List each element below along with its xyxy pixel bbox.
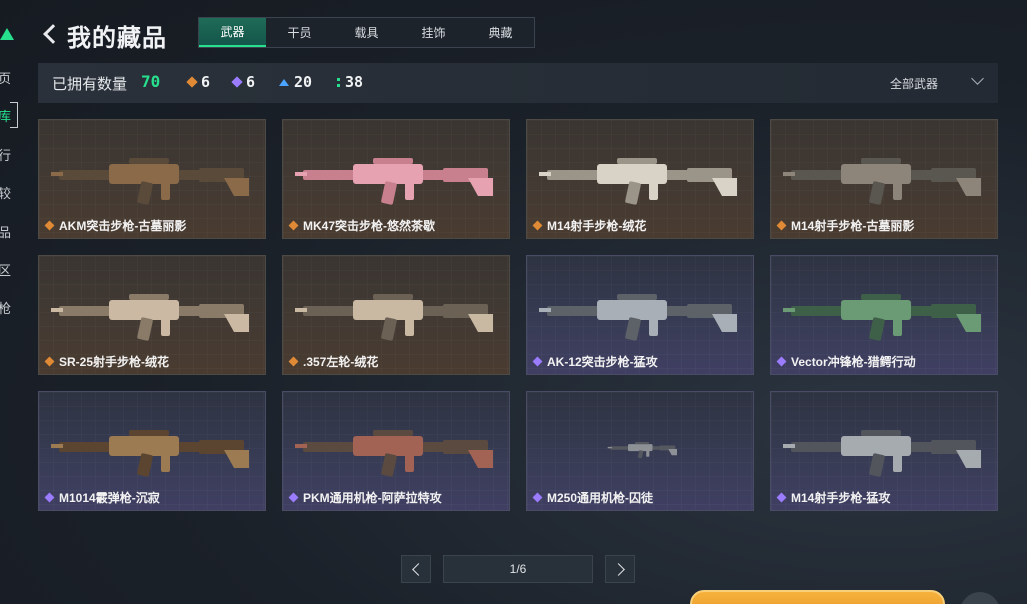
- weapon-image: [295, 294, 493, 341]
- stat-orange-count: 6: [201, 73, 211, 91]
- weapon-image: [539, 294, 737, 341]
- tab-operators[interactable]: 干员: [266, 18, 333, 47]
- weapon-name: PKM通用机枪-阿萨拉特攻: [303, 491, 442, 505]
- weapon-caption: MK47突击步枪-悠然茶歇: [288, 217, 436, 234]
- circle-button[interactable]: [960, 592, 1000, 604]
- tab-collection[interactable]: 典藏: [467, 18, 534, 47]
- weapon-caption: AK-12突击步枪-猛攻: [532, 353, 658, 370]
- weapon-caption: .357左轮-绒花: [288, 353, 379, 370]
- nav-item-3[interactable]: 较: [0, 183, 11, 202]
- weapon-card[interactable]: Vector冲锋枪-猎鳄行动: [770, 255, 998, 375]
- rarity-diamond-icon: [44, 356, 55, 367]
- next-page-button[interactable]: [605, 555, 635, 583]
- weapon-filter-dropdown[interactable]: 全部武器: [890, 75, 938, 92]
- weapon-image: [51, 294, 249, 341]
- weapon-name: M14射手步枪-古墓丽影: [791, 219, 915, 233]
- active-bracket: [10, 102, 18, 128]
- tab-vehicles[interactable]: 载具: [333, 18, 400, 47]
- stat-green-count: 38: [345, 73, 364, 91]
- owned-count-label: 已拥有数量: [52, 76, 128, 93]
- owned-total: 70: [141, 72, 161, 91]
- weapon-caption: M250通用机枪-囚徒: [532, 489, 654, 506]
- weapon-name: Vector冲锋枪-猎鳄行动: [791, 355, 916, 369]
- action-button[interactable]: [690, 590, 945, 604]
- weapon-image: [51, 158, 249, 205]
- weapon-caption: Vector冲锋枪-猎鳄行动: [776, 353, 916, 370]
- tab-weapons[interactable]: 武器: [199, 18, 266, 47]
- weapon-image: [539, 158, 737, 205]
- category-tabs: 武器 干员 载具 挂饰 典藏: [198, 17, 535, 48]
- nav-item-0[interactable]: 页: [0, 68, 11, 87]
- blue-chevron-icon: [279, 78, 289, 86]
- weapon-card[interactable]: M14射手步枪-古墓丽影: [770, 119, 998, 239]
- nav-item-4[interactable]: 品: [0, 222, 11, 241]
- purple-diamond-icon: [231, 76, 243, 88]
- page-title: 我的藏品: [67, 25, 167, 52]
- green-dots-icon: [337, 77, 340, 87]
- rarity-diamond-icon: [44, 492, 55, 503]
- weapon-name: AK-12突击步枪-猛攻: [547, 355, 658, 369]
- rarity-diamond-icon: [532, 492, 543, 503]
- nav-item-5[interactable]: 区: [0, 260, 11, 279]
- weapon-card[interactable]: PKM通用机枪-阿萨拉特攻: [282, 391, 510, 511]
- rarity-diamond-icon: [776, 220, 787, 231]
- logo-icon: [0, 28, 14, 40]
- rarity-diamond-icon: [532, 356, 543, 367]
- weapon-name: M14射手步枪-猛攻: [791, 491, 891, 505]
- weapon-card[interactable]: M250通用机枪-囚徒: [526, 391, 754, 511]
- rarity-diamond-icon: [532, 220, 543, 231]
- weapon-caption: M14射手步枪-猛攻: [776, 489, 891, 506]
- weapon-name: M1014霰弹枪-沉寂: [59, 491, 160, 505]
- weapon-image: [51, 430, 249, 477]
- weapon-caption: M14射手步枪-绒花: [532, 217, 647, 234]
- back-button[interactable]: [40, 22, 60, 46]
- weapon-card[interactable]: AK-12突击步枪-猛攻: [526, 255, 754, 375]
- rarity-diamond-icon: [776, 492, 787, 503]
- weapon-name: M14射手步枪-绒花: [547, 219, 647, 233]
- stat-green: 38: [337, 73, 363, 91]
- weapon-card[interactable]: SR-25射手步枪-绒花: [38, 255, 266, 375]
- rarity-diamond-icon: [288, 220, 299, 231]
- weapon-caption: M1014霰弹枪-沉寂: [44, 489, 160, 506]
- weapon-image: [783, 158, 981, 205]
- weapon-name: .357左轮-绒花: [303, 355, 379, 369]
- rarity-diamond-icon: [288, 492, 299, 503]
- weapon-card[interactable]: M1014霰弹枪-沉寂: [38, 391, 266, 511]
- stat-blue: 20: [279, 73, 312, 91]
- weapon-caption: PKM通用机枪-阿萨拉特攻: [288, 489, 442, 506]
- weapon-name: SR-25射手步枪-绒花: [59, 355, 170, 369]
- weapon-image: [783, 430, 981, 477]
- stat-purple: 6: [231, 73, 256, 91]
- weapon-image: [607, 442, 677, 459]
- weapon-card[interactable]: MK47突击步枪-悠然茶歇: [282, 119, 510, 239]
- stat-orange: 6: [186, 73, 211, 91]
- weapon-image: [783, 294, 981, 341]
- weapon-card[interactable]: M14射手步枪-绒花: [526, 119, 754, 239]
- weapon-name: AKM突击步枪-古墓丽影: [59, 219, 187, 233]
- weapon-caption: M14射手步枪-古墓丽影: [776, 217, 915, 234]
- weapon-card[interactable]: AKM突击步枪-古墓丽影: [38, 119, 266, 239]
- weapon-caption: SR-25射手步枪-绒花: [44, 353, 170, 370]
- rarity-diamond-icon: [288, 356, 299, 367]
- weapon-card[interactable]: M14射手步枪-猛攻: [770, 391, 998, 511]
- weapon-name: MK47突击步枪-悠然茶歇: [303, 219, 436, 233]
- tab-charms[interactable]: 挂饰: [400, 18, 467, 47]
- weapon-image: [295, 430, 493, 477]
- rarity-diamond-icon: [776, 356, 787, 367]
- rarity-diamond-icon: [44, 220, 55, 231]
- nav-item-2[interactable]: 行: [0, 145, 11, 164]
- stat-purple-count: 6: [246, 73, 256, 91]
- orange-diamond-icon: [186, 76, 198, 88]
- stat-blue-count: 20: [294, 73, 313, 91]
- stats-bar: 已拥有数量 70 6 6 20 38 全部武器: [38, 63, 998, 103]
- weapon-caption: AKM突击步枪-古墓丽影: [44, 217, 187, 234]
- weapon-card[interactable]: .357左轮-绒花: [282, 255, 510, 375]
- prev-page-button[interactable]: [401, 555, 431, 583]
- weapon-grid: AKM突击步枪-古墓丽影 MK47突击步枪-悠然茶歇 M14射手步枪-绒花 M1…: [38, 119, 998, 511]
- nav-item-6[interactable]: 枪: [0, 298, 11, 317]
- weapon-name: M250通用机枪-囚徒: [547, 491, 654, 505]
- page-indicator: 1/6: [443, 555, 593, 583]
- chevron-down-icon[interactable]: [971, 72, 984, 85]
- weapon-image: [295, 158, 493, 205]
